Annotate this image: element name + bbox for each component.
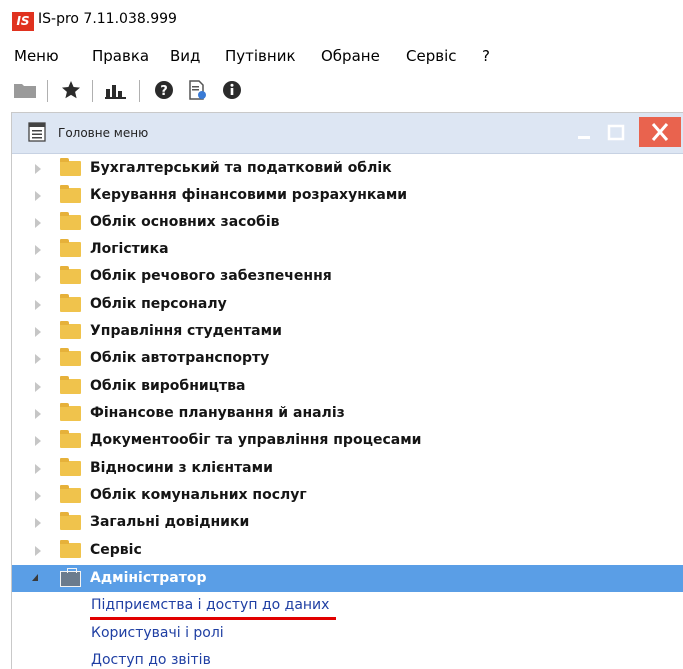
tree-item[interactable]: Відносини з клієнтами: [12, 455, 683, 482]
tree-item-label: Логістика: [90, 241, 169, 257]
document-info-icon[interactable]: [184, 76, 210, 104]
tree-item[interactable]: Документообіг та управління процесами: [12, 427, 683, 454]
tree-item-label: Керування фінансовими розрахунками: [90, 187, 408, 203]
toolbar: ?: [0, 72, 683, 110]
tree-item-label: Облік основних засобів: [90, 214, 280, 230]
panel-title: Головне меню: [58, 126, 149, 140]
minimize-button[interactable]: [569, 119, 599, 147]
tree-subitem-users-roles[interactable]: Користувачі і ролі: [91, 625, 224, 641]
collapse-arrow-icon[interactable]: [32, 574, 38, 581]
expand-arrow-icon[interactable]: [35, 436, 41, 446]
tree-item-label: Облік автотранспорту: [90, 350, 270, 366]
menu-tree-icon: [28, 122, 46, 142]
folder-icon: [60, 348, 81, 366]
expand-arrow-icon[interactable]: [35, 164, 41, 174]
tree-subitem-enterprises-access[interactable]: Підприємства і доступ до даних: [91, 597, 329, 613]
menu-favorites[interactable]: Обране: [321, 47, 380, 65]
folder-icon: [60, 376, 81, 394]
folder-icon: [60, 212, 81, 230]
expand-arrow-icon[interactable]: [35, 354, 41, 364]
toolbar-separator: [92, 80, 93, 102]
folder-icon: [60, 458, 81, 476]
expand-arrow-icon[interactable]: [35, 218, 41, 228]
folder-icon: [60, 485, 81, 503]
tree-item-label: Сервіс: [90, 542, 142, 558]
toolbar-separator: [47, 80, 48, 102]
menu-menu[interactable]: Меню: [14, 47, 59, 65]
tree-subitem-report-access[interactable]: Доступ до звітів: [91, 652, 211, 668]
folder-icon: [60, 403, 81, 421]
close-button[interactable]: [639, 117, 681, 147]
tree-item[interactable]: Сервіс: [12, 537, 683, 564]
menu-bar: Меню Правка Вид Путівник Обране Сервіс ?: [0, 38, 683, 72]
tree-item-label: Відносини з клієнтами: [90, 460, 273, 476]
tree-item[interactable]: Управління студентами: [12, 318, 683, 345]
tree-item-administrator[interactable]: Адміністратор: [12, 565, 683, 592]
tree-item[interactable]: Керування фінансовими розрахунками: [12, 182, 683, 209]
main-menu-panel: Головне меню Бухгалтерський та податкови…: [11, 112, 683, 669]
expand-arrow-icon[interactable]: [35, 464, 41, 474]
tree-item[interactable]: Облік основних засобів: [12, 209, 683, 236]
tree-item-label: Бухгалтерський та податковий облік: [90, 160, 392, 176]
tree-item[interactable]: Облік виробництва: [12, 373, 683, 400]
menu-service[interactable]: Сервіс: [406, 47, 456, 65]
tree-item-label: Загальні довідники: [90, 514, 250, 530]
toolbar-separator: [139, 80, 140, 102]
folder-icon: [60, 512, 81, 530]
tree-item-label: Облік виробництва: [90, 378, 246, 394]
panel-header: Головне меню: [12, 113, 683, 154]
tree-item[interactable]: Облік автотранспорту: [12, 345, 683, 372]
folder-icon: [60, 239, 81, 257]
expand-arrow-icon[interactable]: [35, 272, 41, 282]
folder-icon: [60, 158, 81, 176]
expand-arrow-icon[interactable]: [35, 491, 41, 501]
info-icon[interactable]: [218, 76, 246, 104]
title-bar: IS IS-pro 7.11.038.999: [0, 0, 683, 39]
star-icon[interactable]: [56, 76, 86, 104]
tree-item[interactable]: Бухгалтерський та податковий облік: [12, 155, 683, 182]
folder-icon: [60, 540, 81, 558]
svg-text:?: ?: [160, 84, 168, 99]
menu-help[interactable]: ?: [482, 47, 490, 65]
window-title: IS-pro 7.11.038.999: [38, 11, 177, 27]
app-logo: IS: [12, 12, 34, 31]
tree-item-label: Облік речового забезпечення: [90, 268, 332, 284]
menu-view[interactable]: Вид: [170, 47, 200, 65]
highlight-underline: [90, 617, 336, 620]
folder-icon[interactable]: [8, 76, 42, 104]
expand-arrow-icon[interactable]: [35, 382, 41, 392]
folder-icon: [60, 430, 81, 448]
maximize-button[interactable]: [601, 119, 631, 147]
tree-item-label: Управління студентами: [90, 323, 282, 339]
folder-icon: [60, 266, 81, 284]
tree-item[interactable]: Логістика: [12, 236, 683, 263]
expand-arrow-icon[interactable]: [35, 191, 41, 201]
menu-edit[interactable]: Правка: [92, 47, 149, 65]
tree-item[interactable]: Загальні довідники: [12, 509, 683, 536]
expand-arrow-icon[interactable]: [35, 409, 41, 419]
close-icon: [651, 123, 669, 141]
tree-item[interactable]: Облік речового забезпечення: [12, 263, 683, 290]
tree-item[interactable]: Фінансове планування й аналіз: [12, 400, 683, 427]
tree-item-label: Адміністратор: [90, 570, 207, 586]
folder-icon: [60, 294, 81, 312]
expand-arrow-icon[interactable]: [35, 327, 41, 337]
tree-item-label: Документообіг та управління процесами: [90, 432, 422, 448]
folder-icon: [60, 321, 81, 339]
tree-item-label: Фінансове планування й аналіз: [90, 405, 345, 421]
tree-item[interactable]: Облік комунальних послуг: [12, 482, 683, 509]
tree-item-label: Облік персоналу: [90, 296, 227, 312]
expand-arrow-icon[interactable]: [35, 300, 41, 310]
chart-icon[interactable]: [99, 76, 133, 104]
menu-navigator[interactable]: Путівник: [225, 47, 296, 65]
expand-arrow-icon[interactable]: [35, 518, 41, 528]
help-icon[interactable]: ?: [150, 76, 178, 104]
expand-arrow-icon[interactable]: [35, 546, 41, 556]
briefcase-icon: [60, 568, 81, 587]
tree-item-label: Облік комунальних послуг: [90, 487, 307, 503]
expand-arrow-icon[interactable]: [35, 245, 41, 255]
tree-item[interactable]: Облік персоналу: [12, 291, 683, 318]
folder-icon: [60, 185, 81, 203]
